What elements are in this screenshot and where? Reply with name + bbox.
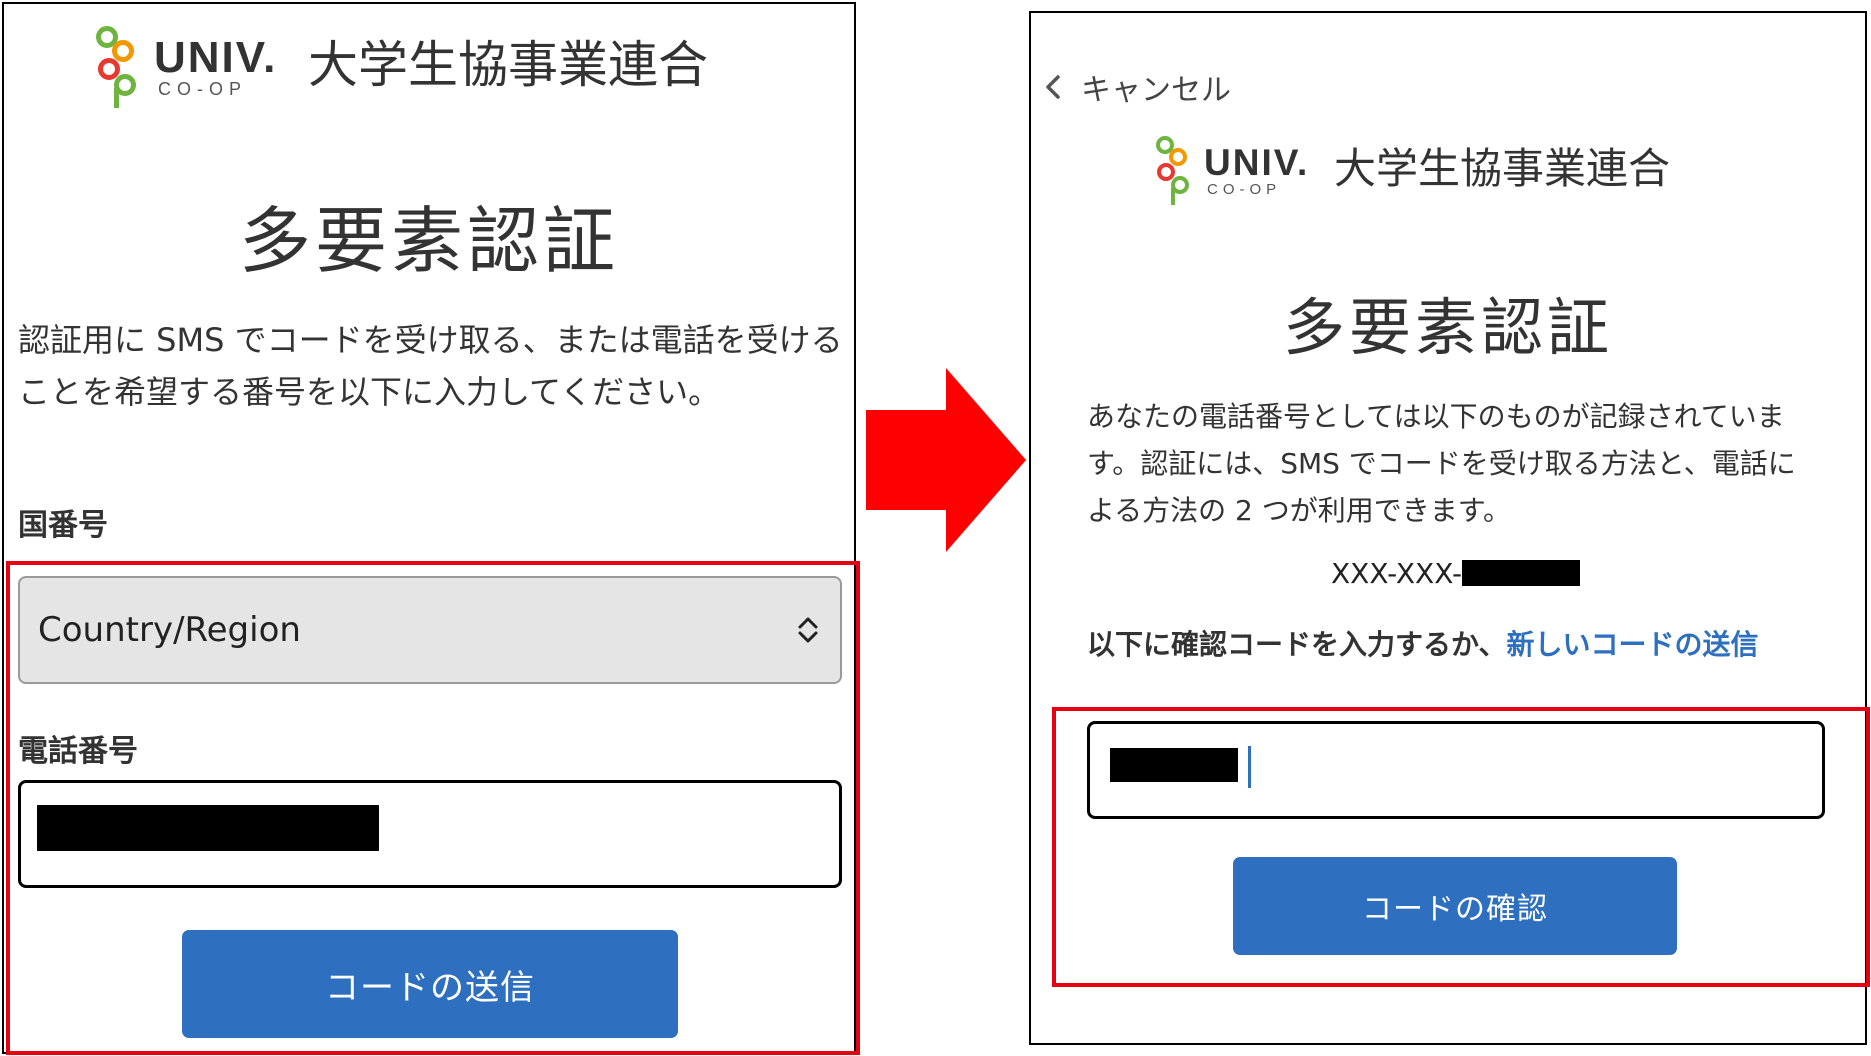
right-highlight-box — [1052, 707, 1870, 987]
page-title: 多要素認証 — [238, 199, 619, 283]
coop-logo-mark-icon — [90, 22, 146, 108]
left-highlight-box — [6, 561, 860, 1055]
instructions-text: 認証用に SMS でコードを受け取る、または電話を受けることを希望する番号を以下… — [18, 321, 843, 411]
code-prompt-text: 以下に確認コードを入力するか、 — [1087, 628, 1507, 661]
description-text: あなたの電話番号としては以下のものが記録されています。認証には、SMS でコード… — [1087, 400, 1796, 527]
organization-name: 大学生協事業連合 — [1334, 144, 1671, 193]
page-title: 多要素認証 — [1282, 291, 1613, 364]
univcoop-logo: UNIV. CO-OP 大学生協事業連合 — [90, 22, 708, 108]
cancel-label: キャンセル — [1081, 73, 1231, 108]
univ-wordmark: UNIV. — [154, 33, 278, 82]
univcoop-logo: UNIV. CO-OP 大学生協事業連合 — [1151, 133, 1670, 205]
redacted-phone-suffix — [1462, 560, 1581, 586]
organization-name: 大学生協事業連合 — [308, 36, 708, 94]
coop-wordmark: CO-OP — [158, 79, 248, 99]
univ-wordmark: UNIV. — [1204, 142, 1310, 183]
right-arrow-icon — [866, 368, 1026, 552]
cancel-link[interactable]: キャンセル — [1043, 65, 1231, 109]
chevron-left-icon — [1046, 75, 1060, 99]
phone-number-display: XXX-XXX- — [1331, 553, 1581, 593]
coop-logo-mark-icon — [1151, 133, 1197, 205]
resend-code-link[interactable]: 新しいコードの送信 — [1506, 628, 1758, 661]
country-code-label: 国番号 — [18, 508, 108, 543]
masked-phone-prefix: XXX-XXX- — [1331, 556, 1463, 590]
code-prompt: 以下に確認コードを入力するか、新しいコードの送信 — [1087, 621, 1827, 668]
coop-wordmark: CO-OP — [1207, 181, 1282, 198]
